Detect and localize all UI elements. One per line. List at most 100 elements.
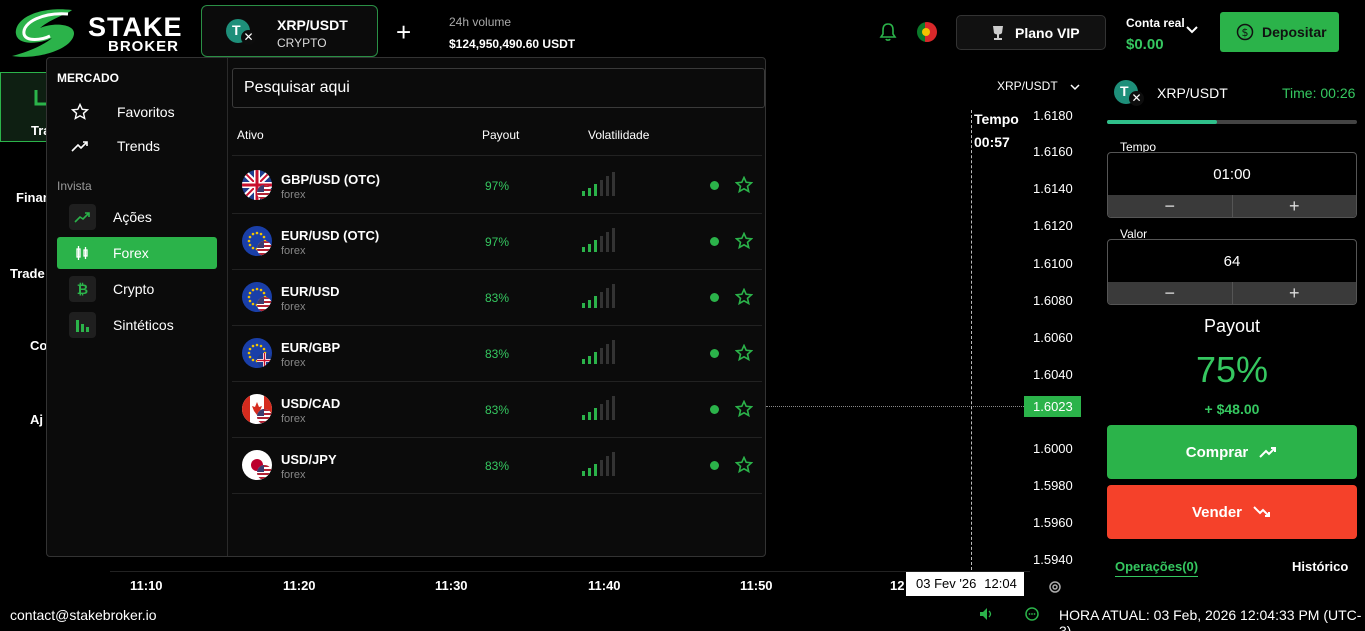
table-row[interactable]: EUR/USD (OTC) forex 97% [232,214,762,270]
favorite-star-icon[interactable] [735,344,753,362]
favorite-star-icon[interactable] [735,232,753,250]
chart-pair-select[interactable]: XRP/USDT [997,79,1058,93]
y-tick-label: 1.5980 [1033,478,1073,493]
valor-increase-button[interactable]: + [1231,282,1357,304]
market-title: MERCADO [57,71,119,85]
nav-trader-label: Trade [10,266,45,281]
volatility-bars-icon [582,284,615,308]
trend-up-icon [74,212,90,223]
market-category-synthetics[interactable]: Sintéticos [57,309,217,341]
account-balance: $0.00 [1126,36,1164,53]
status-dot-icon [710,237,719,246]
table-row[interactable]: EUR/GBP forex 83% [232,326,762,382]
asset-search-input[interactable] [232,68,765,108]
logo-swoosh-icon [12,9,75,57]
volatility-bars-icon [582,172,615,196]
asset-type: forex [281,357,306,369]
contact-email[interactable]: contact@stakebroker.io [10,607,157,623]
x-tick-label: 11:30 [435,578,468,593]
asset-payout: 83% [485,403,510,417]
market-item-trends[interactable]: Trends [57,130,217,162]
chart-tempo-value: 00:57 [974,134,1010,150]
chevron-down-icon[interactable] [1068,80,1082,94]
xrp-coin-icon: T ✕ [226,19,256,45]
trade-time-progress-fill [1107,120,1217,124]
trend-down-icon [1253,506,1271,517]
crosshair-date-box: 03 Fev '26 12:04 [906,572,1024,596]
add-asset-tab-button[interactable]: + [396,19,411,45]
logo[interactable]: STAKE BROKER [10,4,190,60]
nav-help-label: Aj [30,412,43,427]
tempo-value[interactable]: 01:00 [1108,153,1356,196]
buy-label: Comprar [1185,443,1249,461]
active-asset-name: XRP/USDT [277,17,348,33]
column-header-volatility[interactable]: Volatilidade [588,128,649,142]
sell-label: Vender [1191,503,1243,521]
account-type-label: Conta real [1126,16,1185,30]
asset-name: USD/JPY [281,452,337,467]
column-header-payout[interactable]: Payout [482,128,519,142]
y-tick-label: 1.6100 [1033,256,1073,271]
favorite-star-icon[interactable] [735,288,753,306]
asset-type: forex [281,189,306,201]
market-sidebar: MERCADO Favoritos Trends Invista Ações F… [47,58,228,556]
current-price-line [766,406,1024,407]
x-tick-label: 11:10 [130,578,163,593]
sound-icon[interactable] [978,606,994,622]
x-tick-label: 11:50 [740,578,773,593]
expiry-time-line [971,110,972,570]
table-row[interactable]: USD/JPY forex 83% [232,438,762,494]
market-item-favorites[interactable]: Favoritos [57,96,217,128]
status-dot-icon [710,181,719,190]
currency-flag-icon [242,450,272,480]
bars-icon [76,320,89,332]
market-category-stocks[interactable]: Ações [57,201,217,233]
table-row[interactable]: EUR/USD forex 83% [232,270,762,326]
currency-flag-icon [242,170,272,200]
chat-icon[interactable] [1024,606,1040,622]
language-flag-icon[interactable] [917,22,937,42]
x-tick-label: 11:20 [283,578,316,593]
bitcoin-icon: ₿ [77,282,88,297]
bell-icon[interactable] [878,22,898,42]
trophy-icon [993,26,1003,40]
status-dot-icon [710,349,719,358]
vip-plan-button[interactable]: Plano VIP [956,15,1106,50]
table-row[interactable]: USD/CAD forex 83% [232,382,762,438]
svg-text:$: $ [1242,26,1249,39]
tempo-decrease-button[interactable]: − [1108,195,1232,217]
market-category-crypto[interactable]: ₿ Crypto [57,273,217,305]
buy-button[interactable]: Comprar [1107,425,1357,479]
gear-icon[interactable] [1047,579,1063,595]
market-category-label: Crypto [113,281,155,297]
valor-value[interactable]: 64 [1108,240,1356,283]
star-icon [71,103,89,120]
sell-button[interactable]: Vender [1107,485,1357,539]
tab-operations[interactable]: Operações(0) [1115,559,1199,577]
valor-decrease-button[interactable]: − [1108,282,1232,304]
market-category-label: Sintéticos [113,317,174,333]
deposit-button[interactable]: $ Depositar [1220,12,1339,52]
active-asset-tab[interactable]: T ✕ XRP/USDT CRYPTO [201,5,378,57]
valor-field[interactable]: 64 − + [1107,239,1357,305]
table-row[interactable]: GBP/USD (OTC) forex 97% [232,158,762,214]
tempo-field[interactable]: 01:00 − + [1107,152,1357,218]
currency-flag-icon [242,338,272,368]
current-time: HORA ATUAL: 03 Feb, 2026 12:04:33 PM (UT… [1059,607,1362,631]
favorite-star-icon[interactable] [735,456,753,474]
favorite-star-icon[interactable] [735,176,753,194]
currency-flag-icon [242,394,272,424]
asset-payout: 83% [485,347,510,361]
volatility-bars-icon [582,452,615,476]
status-dot-icon [710,405,719,414]
y-tick-label: 1.6160 [1033,144,1073,159]
tab-history[interactable]: Histórico [1292,559,1348,574]
market-category-forex[interactable]: Forex [57,237,217,269]
favorite-star-icon[interactable] [735,400,753,418]
account-chevron-down-icon[interactable] [1184,22,1200,38]
xrp-coin-icon: T ✕ [1114,80,1144,106]
column-header-asset: Ativo [237,128,264,142]
svg-text:₿: ₿ [77,282,88,297]
tempo-increase-button[interactable]: + [1231,195,1357,217]
nav-account-label: Co [30,338,48,353]
